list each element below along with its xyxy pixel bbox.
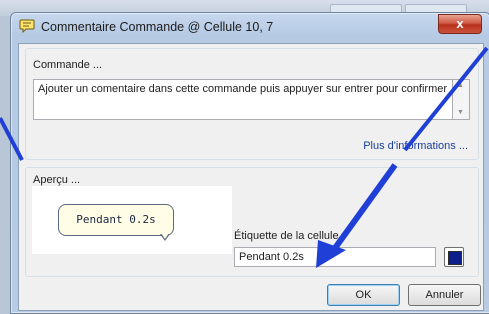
annotation-arrow-right bbox=[403, 46, 489, 152]
annotation-arrow-left bbox=[0, 117, 24, 161]
annotation-arrow-main-shaft bbox=[327, 163, 398, 257]
annotation-overlay bbox=[0, 46, 489, 268]
